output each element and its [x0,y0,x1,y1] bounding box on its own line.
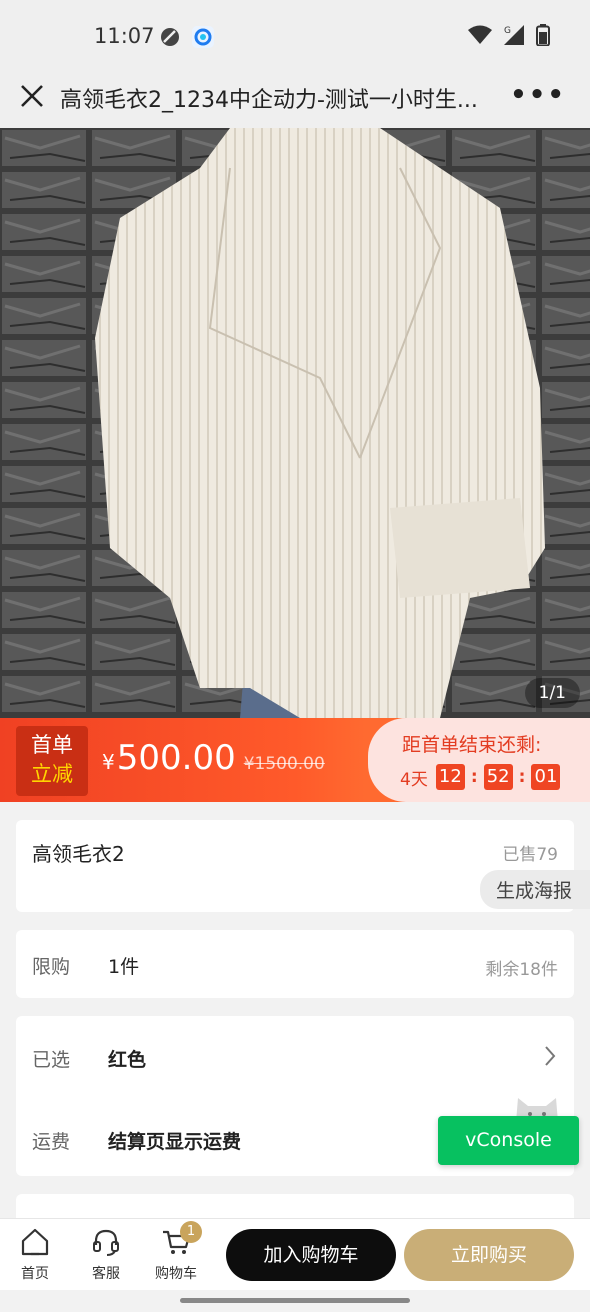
network-type-label: G [504,26,511,36]
limit-label: 限购 [32,956,71,978]
current-price: 500.00 [116,738,236,778]
sold-count: 已售79 [502,845,558,865]
countdown-minutes: 52 [483,764,513,790]
home-icon [21,1228,49,1256]
purchase-limit-card: 限购 1件 剩余18件 [16,930,574,998]
sweater-photo [0,128,590,718]
countdown-separator: : [518,767,526,787]
browser-app-icon [192,26,214,48]
tab-cart-label: 购物车 [155,1266,197,1282]
first-order-tag: 首单 立减 [16,726,88,796]
promo-tag-line1: 首单 [31,733,73,757]
tab-service-label: 客服 [92,1266,120,1282]
price-group: ¥ 500.00 ¥1500.00 [102,738,325,778]
customer-service-icon [93,1229,119,1256]
selected-label: 已选 [32,1049,71,1071]
home-indicator[interactable] [180,1298,410,1303]
cart-count-badge: 1 [180,1221,202,1243]
countdown-label: 距首单结束还剩: [402,734,542,756]
selected-value: 红色 [108,1049,147,1071]
add-to-cart-button[interactable]: 加入购物车 [226,1229,396,1281]
promo-banner: 首单 立减 ¥ 500.00 ¥1500.00 距首单结束还剩: 4天 12 :… [0,718,590,802]
close-icon[interactable] [18,82,46,110]
shipping-value: 结算页显示运费 [108,1131,242,1153]
cellular-signal-icon: G [504,25,524,45]
product-title: 高领毛衣2 [32,842,125,866]
currency-symbol: ¥ [102,750,115,774]
vconsole-button[interactable]: vConsole [438,1116,579,1165]
wifi-icon [468,25,492,44]
limit-value: 1件 [108,956,140,978]
more-menu-button[interactable]: ••• [510,80,566,110]
countdown-seconds: 01 [531,764,561,790]
do-not-disturb-icon [161,28,179,46]
generate-poster-button[interactable]: 生成海报 [479,870,590,909]
remaining-stock: 剩余18件 [485,960,558,980]
countdown-days: 4天 [400,769,428,790]
selected-option-row[interactable]: 已选 红色 [16,1016,574,1096]
tab-home-label: 首页 [21,1266,49,1282]
countdown-separator: : [470,767,478,787]
tab-home[interactable]: 首页 [3,1227,67,1283]
promo-tag-line2: 立减 [31,762,73,786]
chevron-right-icon [545,1046,556,1066]
countdown: 距首单结束还剩: 4天 12 : 52 : 01 [368,718,590,802]
shipping-label: 运费 [32,1131,71,1153]
product-image[interactable]: 1/1 [0,128,590,718]
status-bar: 11:07 G [0,0,590,74]
tab-service[interactable]: 客服 [74,1227,138,1283]
buy-now-button[interactable]: 立即购买 [404,1229,574,1281]
image-counter: 1/1 [524,678,580,708]
status-time: 11:07 [94,24,155,48]
battery-icon [536,24,550,46]
page-title: 高领毛衣2_1234中企动力-测试一小时生... [60,88,478,113]
countdown-hours: 12 [435,764,465,790]
bottom-action-bar: 首页 客服 购物车 1 加入购物车 立即购买 [0,1218,590,1290]
product-info-card: 高领毛衣2 已售79 生成海报 [16,820,590,912]
nav-bar: 高领毛衣2_1234中企动力-测试一小时生... ••• [0,74,590,130]
tab-cart[interactable]: 购物车 1 [144,1221,208,1283]
original-price: ¥1500.00 [243,754,325,774]
